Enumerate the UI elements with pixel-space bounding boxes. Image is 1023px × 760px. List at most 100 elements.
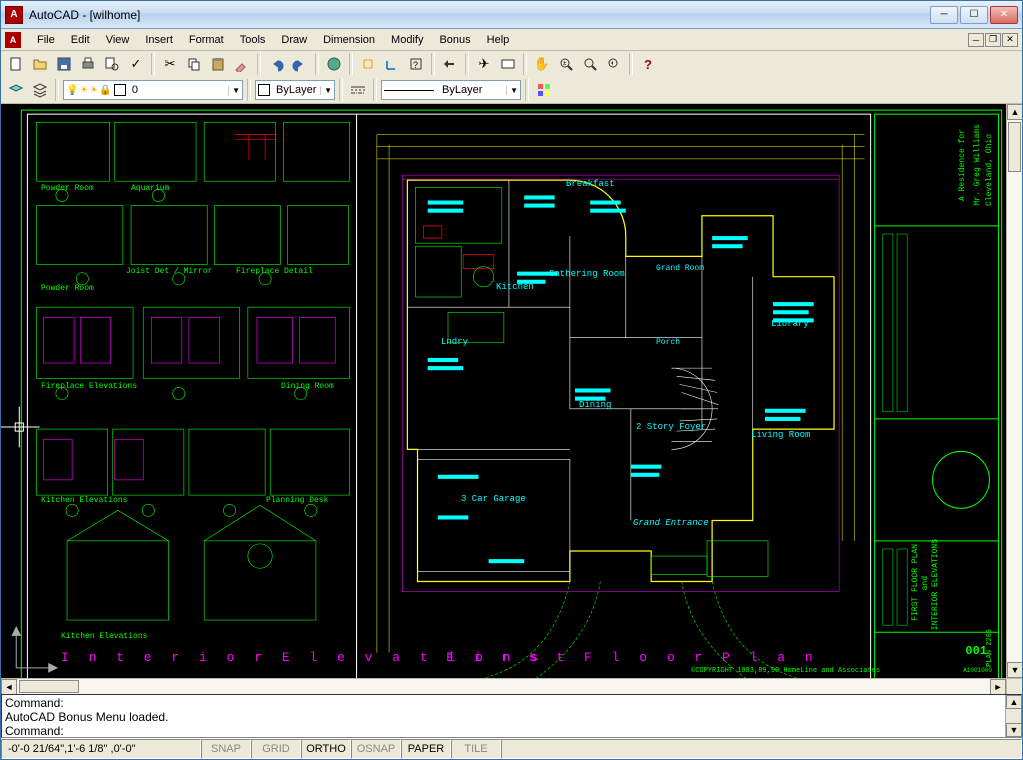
layer-lock-icon: 🔒 <box>99 85 111 96</box>
scroll-up-button[interactable]: ▲ <box>1006 695 1022 709</box>
scroll-track[interactable] <box>1006 709 1021 723</box>
menu-tools[interactable]: Tools <box>232 32 274 48</box>
room-entrance: Grand Entrance <box>633 518 709 528</box>
copyright: ©COPYRIGHT 1983,89,90 HomeLine and Assoc… <box>691 667 880 675</box>
scroll-down-button[interactable]: ▼ <box>1007 662 1022 678</box>
print-preview-button[interactable] <box>101 53 123 75</box>
status-spacer <box>501 739 1022 759</box>
mdi-icon[interactable]: A <box>5 32 21 48</box>
paste-button[interactable] <box>207 53 229 75</box>
standard-toolbar: ✓ ✂ ? ✈ ✋ ± ? <box>1 51 1022 77</box>
room-porch: Porch <box>656 338 680 347</box>
room-dining: Dining <box>579 400 611 410</box>
layer-dropdown[interactable]: 💡 ☀ ☀ 🔒 0 ▼ <box>63 80 243 100</box>
save-button[interactable] <box>53 53 75 75</box>
drawing-area[interactable]: I n t e r i o r E l e v a t i o n s F i … <box>1 104 1022 678</box>
toolbar-separator <box>523 53 527 75</box>
zoom-realtime-button[interactable]: ± <box>555 53 577 75</box>
open-button[interactable] <box>29 53 51 75</box>
snap-toggle[interactable]: SNAP <box>201 739 251 759</box>
toolbar-separator <box>629 53 633 75</box>
scroll-thumb[interactable] <box>1008 122 1021 172</box>
toolbar-separator <box>247 79 251 101</box>
named-views-button[interactable] <box>497 53 519 75</box>
detail-fireplace-elev: Fireplace Elevations <box>41 382 137 391</box>
print-button[interactable] <box>77 53 99 75</box>
toolbar-separator <box>431 53 435 75</box>
mdi-minimize-button[interactable]: ─ <box>968 33 984 47</box>
room-breakfast: Breakfast <box>566 179 615 189</box>
command-scrollbar[interactable]: ▲ ▼ <box>1005 695 1021 737</box>
mdi-close-button[interactable]: ✕ <box>1002 33 1018 47</box>
make-layer-current-button[interactable] <box>5 79 27 101</box>
scroll-track[interactable] <box>17 679 990 695</box>
maximize-button[interactable]: ☐ <box>960 6 988 24</box>
menu-modify[interactable]: Modify <box>383 32 431 48</box>
scroll-thumb[interactable] <box>19 680 79 693</box>
undo-button[interactable] <box>265 53 287 75</box>
status-bar: -0'-0 21/64",1'-6 1/8" ,0'-0" SNAP GRID … <box>1 738 1022 759</box>
toolbar-separator <box>151 53 155 75</box>
help-button[interactable]: ? <box>637 53 659 75</box>
room-living: Living Room <box>751 430 810 440</box>
zoom-previous-button[interactable] <box>603 53 625 75</box>
ucs-button[interactable] <box>381 53 403 75</box>
mdi-restore-button[interactable]: ❐ <box>985 33 1001 47</box>
menu-format[interactable]: Format <box>181 32 232 48</box>
match-prop-button[interactable] <box>231 53 253 75</box>
inquiry-button[interactable]: ? <box>405 53 427 75</box>
launch-browser-button[interactable] <box>323 53 345 75</box>
menu-file[interactable]: File <box>29 32 63 48</box>
linetype-dropdown[interactable]: ByLayer ▼ <box>381 80 521 100</box>
scroll-up-button[interactable]: ▲ <box>1007 104 1022 120</box>
properties-button[interactable] <box>533 79 555 101</box>
redraw-button[interactable] <box>439 53 461 75</box>
new-button[interactable] <box>5 53 27 75</box>
mdi-controls: ─ ❐ ✕ <box>968 33 1022 47</box>
menu-dimension[interactable]: Dimension <box>315 32 383 48</box>
redo-button[interactable] <box>289 53 311 75</box>
ortho-toggle[interactable]: ORTHO <box>301 739 351 759</box>
linetype-button[interactable] <box>347 79 369 101</box>
copy-button[interactable] <box>183 53 205 75</box>
menu-draw[interactable]: Draw <box>273 32 315 48</box>
pan-realtime-button[interactable]: ✋ <box>531 53 553 75</box>
grid-toggle[interactable]: GRID <box>251 739 301 759</box>
scroll-track[interactable] <box>1007 120 1022 662</box>
aerial-view-button[interactable]: ✈ <box>473 53 495 75</box>
close-button[interactable]: ✕ <box>990 6 1018 24</box>
menu-view[interactable]: View <box>98 32 138 48</box>
toolbar-separator <box>339 79 343 101</box>
toolbar-separator <box>257 53 261 75</box>
horizontal-scrollbar[interactable]: ◄ ► <box>1 678 1022 694</box>
osnap-flyout-button[interactable] <box>357 53 379 75</box>
vertical-scrollbar[interactable]: ▲ ▼ <box>1006 104 1022 678</box>
titleblock-sheet1: FIRST FLOOR PLAN <box>911 544 920 621</box>
layer-state-icons: 💡 ☀ ☀ 🔒 <box>66 85 112 96</box>
menu-insert[interactable]: Insert <box>137 32 181 48</box>
scroll-left-button[interactable]: ◄ <box>1 679 17 695</box>
color-dropdown[interactable]: ByLayer ▼ <box>255 80 335 100</box>
tile-toggle[interactable]: TILE <box>451 739 501 759</box>
minimize-button[interactable]: ─ <box>930 6 958 24</box>
layer-name: 0 <box>132 84 138 96</box>
spell-button[interactable]: ✓ <box>125 53 147 75</box>
layer-color-swatch <box>114 84 126 96</box>
menu-bonus[interactable]: Bonus <box>431 32 478 48</box>
paper-toggle[interactable]: PAPER <box>401 739 451 759</box>
scroll-right-button[interactable]: ► <box>990 679 1006 695</box>
detail-fireplace: Fireplace Detail <box>236 267 313 276</box>
coordinate-display[interactable]: -0'-0 21/64",1'-6 1/8" ,0'-0" <box>1 739 201 759</box>
menu-help[interactable]: Help <box>479 32 518 48</box>
cut-button[interactable]: ✂ <box>159 53 181 75</box>
layers-button[interactable] <box>29 79 51 101</box>
menu-edit[interactable]: Edit <box>63 32 98 48</box>
toolbar-separator <box>465 53 469 75</box>
color-value: ByLayer <box>276 84 316 96</box>
command-window[interactable]: Command: AutoCAD Bonus Menu loaded. Comm… <box>1 694 1022 738</box>
room-foyer: 2 Story Foyer <box>636 422 706 432</box>
room-kitchen: Kitchen <box>496 282 534 292</box>
zoom-window-button[interactable] <box>579 53 601 75</box>
osnap-toggle[interactable]: OSNAP <box>351 739 401 759</box>
scroll-down-button[interactable]: ▼ <box>1006 723 1022 737</box>
